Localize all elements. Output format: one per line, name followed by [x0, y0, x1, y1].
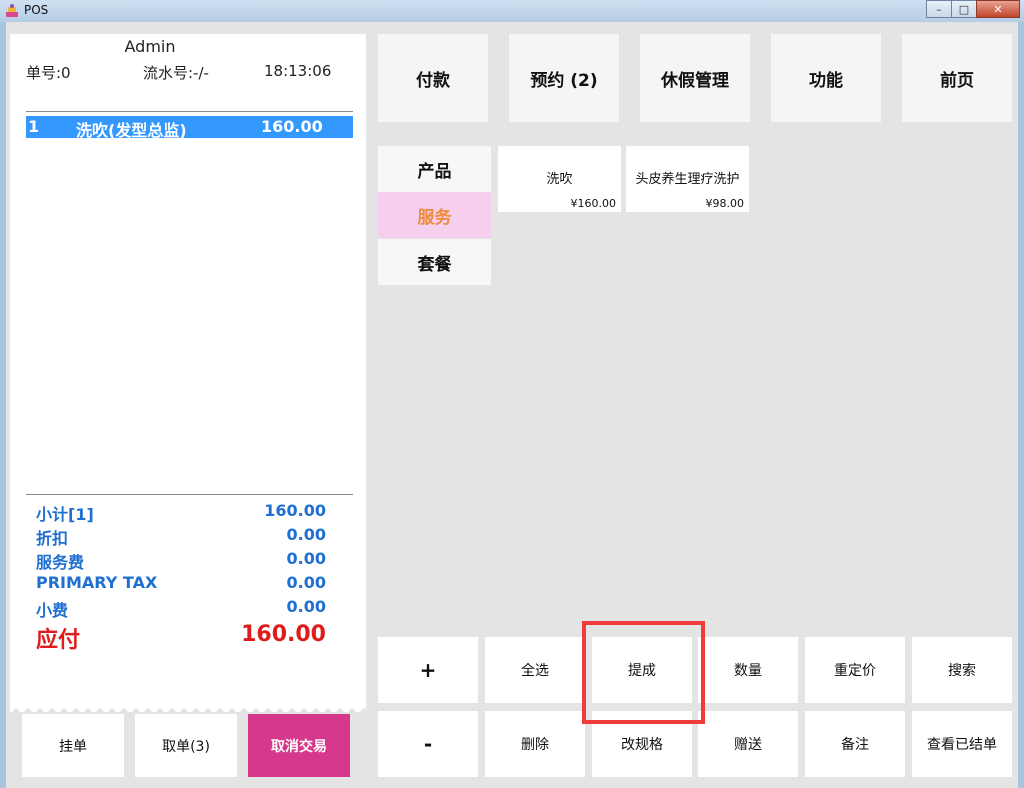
total-due-value: 160.00	[241, 622, 326, 647]
divider	[26, 111, 353, 112]
service-fee-value: 0.00	[286, 549, 326, 568]
subtotal-row: 小计[1] 160.00	[36, 501, 326, 525]
order-number: 单号:0	[26, 64, 71, 82]
receipt-panel: Admin 单号:0 流水号:-/- 18:13:06 1 洗吹(发型总监) 1…	[10, 34, 366, 712]
discount-row: 折扣 0.00	[36, 525, 326, 549]
increase-button[interactable]: +	[378, 637, 478, 703]
category-product-tab[interactable]: 产品	[378, 146, 491, 192]
category-service-tab[interactable]: 服务	[378, 192, 491, 238]
minimize-button[interactable]: –	[926, 0, 952, 18]
window-titlebar: POS – □ ✕	[0, 0, 1024, 22]
line-amount: 160.00	[261, 117, 323, 136]
tax-value: 0.00	[286, 573, 326, 592]
cashier-name: Admin	[124, 37, 176, 56]
receipt-line-item[interactable]: 1 洗吹(发型总监) 160.00	[26, 116, 353, 140]
app-client-area: Admin 单号:0 流水号:-/- 18:13:06 1 洗吹(发型总监) 1…	[6, 22, 1018, 788]
reservation-button[interactable]: 预约 (2)	[509, 34, 619, 122]
total-due-label: 应付	[36, 628, 81, 653]
tip-label: 小费	[36, 601, 69, 620]
function-button[interactable]: 功能	[771, 34, 881, 122]
service-tile[interactable]: 头皮养生理疗洗护 ¥98.00	[626, 146, 749, 212]
line-index: 1	[28, 117, 40, 136]
search-button[interactable]: 搜索	[912, 637, 1012, 703]
discount-value: 0.00	[286, 525, 326, 544]
view-settled-orders-button[interactable]: 查看已结单	[912, 711, 1012, 777]
leave-management-button[interactable]: 休假管理	[640, 34, 750, 122]
window-title: POS	[24, 3, 49, 17]
cancel-transaction-button[interactable]: 取消交易	[248, 714, 350, 777]
gift-button[interactable]: 赠送	[698, 711, 798, 777]
category-package-tab[interactable]: 套餐	[378, 239, 491, 285]
tile-name: 头皮养生理疗洗护	[635, 172, 740, 187]
divider	[26, 494, 353, 495]
maximize-button[interactable]: □	[951, 0, 977, 18]
tip-row: 小费 0.00	[36, 597, 326, 621]
hold-order-button[interactable]: 挂单	[22, 714, 124, 777]
commission-button[interactable]: 提成	[592, 637, 692, 703]
reprice-button[interactable]: 重定价	[805, 637, 905, 703]
decrease-button[interactable]: -	[378, 711, 478, 777]
window-controls: – □ ✕	[926, 0, 1020, 18]
line-name: 洗吹(发型总监)	[76, 121, 187, 140]
subtotal-value: 160.00	[264, 501, 326, 520]
service-fee-label: 服务费	[36, 553, 85, 572]
tile-name: 洗吹	[546, 172, 573, 187]
tip-value: 0.00	[286, 597, 326, 616]
subtotal-label: 小计[1]	[36, 505, 94, 524]
pay-button[interactable]: 付款	[378, 34, 488, 122]
service-tile[interactable]: 洗吹 ¥160.00	[498, 146, 621, 212]
tax-label: PRIMARY TAX	[36, 573, 158, 592]
serial-number: 流水号:-/-	[143, 64, 209, 82]
delete-button[interactable]: 删除	[485, 711, 585, 777]
total-due-row: 应付 160.00	[36, 622, 326, 653]
tile-price: ¥160.00	[570, 197, 617, 210]
discount-label: 折扣	[36, 529, 69, 548]
close-button[interactable]: ✕	[976, 0, 1020, 18]
service-fee-row: 服务费 0.00	[36, 549, 326, 573]
app-icon	[6, 4, 18, 17]
home-page-button[interactable]: 前页	[902, 34, 1012, 122]
tile-price: ¥98.00	[705, 197, 745, 210]
retrieve-order-button[interactable]: 取单(3)	[135, 714, 237, 777]
receipt-time: 18:13:06	[264, 62, 332, 80]
change-spec-button[interactable]: 改规格	[592, 711, 692, 777]
select-all-button[interactable]: 全选	[485, 637, 585, 703]
tax-row: PRIMARY TAX 0.00	[36, 573, 326, 597]
quantity-button[interactable]: 数量	[698, 637, 798, 703]
remark-button[interactable]: 备注	[805, 711, 905, 777]
